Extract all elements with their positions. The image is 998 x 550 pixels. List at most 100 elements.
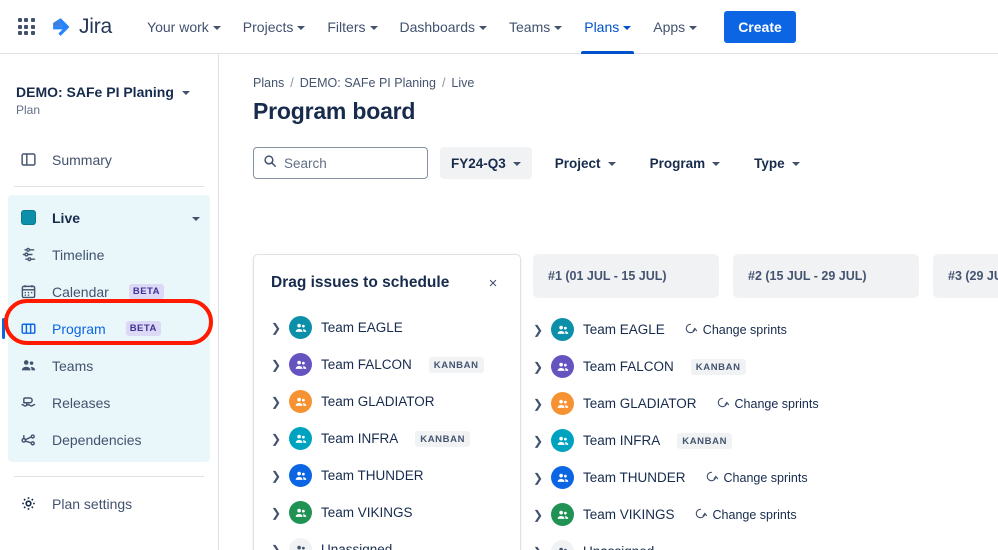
chevron-down-icon [479,26,487,30]
change-sprints-button[interactable]: Change sprints [694,507,797,523]
avatar [289,501,312,524]
nav-item-filters[interactable]: Filters [318,0,386,54]
sidebar-item-teams[interactable]: Teams [8,347,210,384]
sidebar-item-plan-settings[interactable]: Plan settings [8,485,210,522]
sidebar-item-program[interactable]: Program BETA [8,310,210,347]
chevron-right-icon[interactable]: ❯ [271,396,280,408]
chevron-right-icon[interactable]: ❯ [533,472,542,484]
search-box[interactable] [253,147,428,179]
calendar-icon [18,281,39,302]
sprint-area: #1 (01 JUL - 15 JUL) #2 (15 JUL - 29 JUL… [533,254,998,550]
breadcrumb-item-plans[interactable]: Plans [253,76,284,90]
nav-item-apps[interactable]: Apps [644,0,706,54]
chevron-down-icon [297,26,305,30]
chevron-right-icon[interactable]: ❯ [271,433,280,445]
chevron-right-icon[interactable]: ❯ [533,361,542,373]
drag-issues-panel-title: Drag issues to schedule [271,274,449,292]
filter-label: FY24-Q3 [451,156,506,171]
sprint-column-header[interactable]: #1 (01 JUL - 15 JUL) [533,254,719,298]
nav-item-dashboards[interactable]: Dashboards [391,0,497,54]
sprint-icon [705,470,718,486]
search-input[interactable] [284,156,418,171]
plan-header: DEMO: SAFe PI Planing Plan [0,54,218,117]
table-row[interactable]: ❯ Team THUNDER Change sprints [533,459,998,496]
filter-label: Project [555,156,601,171]
table-row[interactable]: ❯ Unassigned [533,533,998,550]
table-row[interactable]: ❯ Team VIKINGS Change sprints [533,496,998,533]
close-icon[interactable]: × [483,273,503,293]
chevron-right-icon[interactable]: ❯ [533,509,542,521]
avatar-unassigned [551,540,574,550]
chevron-right-icon[interactable]: ❯ [271,544,280,550]
sprint-column-header[interactable]: #3 (29 JU [933,254,998,298]
list-item[interactable]: ❯ Team INFRA KANBAN [254,420,520,457]
chevron-right-icon[interactable]: ❯ [533,435,542,447]
avatar [551,429,574,452]
sidebar-summary-section: Summary [0,141,218,178]
list-item[interactable]: ❯ Team VIKINGS [254,494,520,531]
app-switcher-icon[interactable] [14,15,38,39]
list-item[interactable]: ❯ Team EAGLE [254,309,520,346]
chevron-right-icon[interactable]: ❯ [271,470,280,482]
drag-issues-panel-header: Drag issues to schedule × [254,273,520,293]
list-item[interactable]: ❯ Team GLADIATOR [254,383,520,420]
table-row[interactable]: ❯ Team EAGLE Change sprints [533,311,998,348]
list-item[interactable]: ❯ Team FALCON KANBAN [254,346,520,383]
sidebar-item-calendar[interactable]: Calendar BETA [8,273,210,310]
chevron-right-icon[interactable]: ❯ [271,322,280,334]
change-sprints-label: Change sprints [724,471,808,485]
kanban-badge: KANBAN [429,357,484,373]
breadcrumb-item-plan[interactable]: DEMO: SAFe PI Planing [300,76,436,90]
sidebar-item-releases[interactable]: Releases [8,384,210,421]
table-row[interactable]: ❯ Team INFRA KANBAN [533,422,998,459]
top-navigation-bar: Jira Your work Projects Filters Dashboar… [0,0,998,54]
board-team-rows: ❯ Team EAGLE Change sprints [533,298,998,550]
chevron-down-icon[interactable] [192,217,200,221]
change-sprints-button[interactable]: Change sprints [684,322,787,338]
filter-fy24-q3[interactable]: FY24-Q3 [440,147,532,179]
sidebar-item-timeline[interactable]: Timeline [8,236,210,273]
chevron-down-icon [554,26,562,30]
nav-item-your-work[interactable]: Your work [138,0,230,54]
backlog-team-list: ❯ Team EAGLE ❯ Team FALCON KANBAN [254,293,520,550]
nav-item-projects[interactable]: Projects [234,0,315,54]
plan-selector[interactable]: DEMO: SAFe PI Planing [16,84,202,100]
chevron-right-icon[interactable]: ❯ [271,359,280,371]
list-item[interactable]: ❯ Unassigned [254,531,520,550]
breadcrumb-item-scenario[interactable]: Live [451,76,474,90]
teams-icon [18,355,39,376]
change-sprints-button[interactable]: Change sprints [705,470,808,486]
list-item[interactable]: ❯ Team THUNDER [254,457,520,494]
table-row[interactable]: ❯ Team GLADIATOR Change sprints [533,385,998,422]
main-nav-items: Your work Projects Filters Dashboards Te… [138,0,706,54]
filter-type[interactable]: Type [743,147,811,179]
nav-label: Projects [243,0,294,54]
chevron-right-icon[interactable]: ❯ [271,507,280,519]
change-sprints-label: Change sprints [703,323,787,337]
kanban-badge: KANBAN [415,431,470,447]
program-icon [18,318,39,339]
create-button[interactable]: Create [724,11,796,43]
chevron-right-icon[interactable]: ❯ [533,546,542,550]
sidebar-item-summary[interactable]: Summary [8,141,210,178]
sprint-column-header[interactable]: #2 (15 JUL - 29 JUL) [733,254,919,298]
plan-title: DEMO: SAFe PI Planing [16,84,174,100]
chevron-right-icon[interactable]: ❯ [533,324,542,336]
change-sprints-label: Change sprints [735,397,819,411]
nav-item-plans[interactable]: Plans [575,0,640,54]
avatar [289,353,312,376]
sidebar-item-live[interactable]: Live [8,199,210,236]
table-row[interactable]: ❯ Team FALCON KANBAN [533,348,998,385]
jira-logo[interactable]: Jira [50,15,112,39]
dependencies-icon [18,429,39,450]
team-name: Team VIKINGS [583,507,675,522]
kanban-badge: KANBAN [677,433,732,449]
filter-program[interactable]: Program [639,147,732,179]
chevron-right-icon[interactable]: ❯ [533,398,542,410]
filter-project[interactable]: Project [544,147,627,179]
sidebar-item-dependencies[interactable]: Dependencies [8,421,210,458]
nav-item-teams[interactable]: Teams [500,0,571,54]
change-sprints-button[interactable]: Change sprints [716,396,819,412]
live-scenario-icon [18,207,39,228]
beta-badge: BETA [126,321,161,335]
